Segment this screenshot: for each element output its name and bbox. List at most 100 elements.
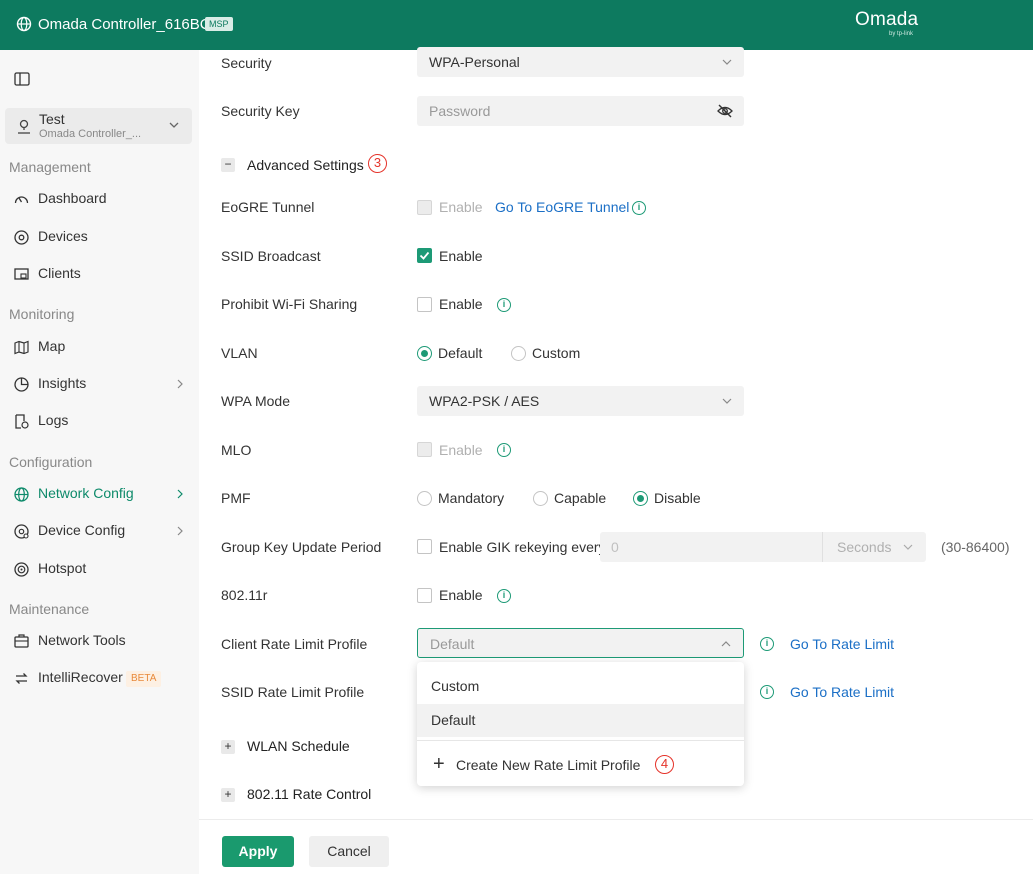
sidebar-item-label: Dashboard xyxy=(38,190,107,206)
advanced-settings-label[interactable]: Advanced Settings xyxy=(247,157,364,173)
go-to-eogre-link[interactable]: Go To EoGRE Tunnel xyxy=(495,199,629,215)
security-select[interactable]: WPA-Personal xyxy=(417,47,744,77)
pmf-disable-radio[interactable] xyxy=(633,491,648,506)
pmf-mandatory-radio[interactable] xyxy=(417,491,432,506)
info-icon[interactable]: i xyxy=(760,637,774,651)
gik-enable-checkbox[interactable] xyxy=(417,539,432,554)
section-monitoring: Monitoring xyxy=(9,306,75,322)
info-icon[interactable]: i xyxy=(497,298,511,312)
gik-period-value: 0 xyxy=(611,539,619,555)
rate-control-toggle[interactable]: + xyxy=(221,788,235,802)
insights-icon xyxy=(14,377,29,392)
chevron-down-icon xyxy=(722,59,732,65)
client-go-to-rate-limit-link[interactable]: Go To Rate Limit xyxy=(790,636,894,652)
sidebar-item-device-config[interactable]: Device Config xyxy=(0,514,199,548)
chevron-down-icon xyxy=(169,122,179,128)
create-rate-limit-label: Create New Rate Limit Profile xyxy=(456,757,641,773)
logs-icon xyxy=(15,414,29,429)
dropdown-option-label: Custom xyxy=(431,678,480,694)
mlo-enable-checkbox[interactable] xyxy=(417,442,432,457)
chevron-down-icon xyxy=(903,544,913,550)
wlan-schedule-toggle[interactable]: + xyxy=(221,740,235,754)
ssid-broadcast-checkbox[interactable] xyxy=(417,248,432,263)
eye-off-icon[interactable] xyxy=(717,104,733,118)
wpa-mode-select[interactable]: WPA2-PSK / AES xyxy=(417,386,744,416)
dropdown-divider xyxy=(417,740,744,741)
ssid-broadcast-label: SSID Broadcast xyxy=(221,248,321,264)
info-icon[interactable]: i xyxy=(760,685,774,699)
footer-divider xyxy=(199,819,1033,820)
pmf-capable-label: Capable xyxy=(554,490,607,506)
sidebar-item-intellirecover[interactable]: IntelliRecover BETA xyxy=(0,661,199,695)
advanced-settings-toggle[interactable]: − xyxy=(221,158,235,172)
vlan-custom-label: Custom xyxy=(532,345,581,361)
eogre-label: EoGRE Tunnel xyxy=(221,199,315,215)
sidebar-item-dashboard[interactable]: Dashboard xyxy=(0,182,199,216)
eogre-enable-checkbox[interactable] xyxy=(417,200,432,215)
sidebar-item-label: Map xyxy=(38,338,66,354)
chevron-right-icon xyxy=(177,489,183,499)
security-value: WPA-Personal xyxy=(429,54,520,70)
info-icon[interactable]: i xyxy=(497,443,511,457)
sidebar-item-logs[interactable]: Logs xyxy=(0,404,199,438)
ssid-broadcast-enable-label: Enable xyxy=(439,248,483,264)
wpa-mode-label: WPA Mode xyxy=(221,393,290,409)
intellirecover-icon xyxy=(15,673,28,684)
rate-control-label[interactable]: 802.11 Rate Control xyxy=(247,786,371,802)
sidebar-item-network-tools[interactable]: Network Tools xyxy=(0,624,199,658)
r80211-enable-checkbox[interactable] xyxy=(417,588,432,603)
prohibit-wifi-checkbox[interactable] xyxy=(417,297,432,312)
cancel-button[interactable]: Cancel xyxy=(309,836,389,867)
sidebar-item-devices[interactable]: Devices xyxy=(0,220,199,254)
ssid-go-to-rate-limit-link[interactable]: Go To Rate Limit xyxy=(790,684,894,700)
step-marker-3: 3 xyxy=(368,154,387,173)
client-rate-label: Client Rate Limit Profile xyxy=(221,636,368,652)
clients-icon xyxy=(14,268,29,280)
sidebar-item-clients[interactable]: Clients xyxy=(0,257,199,291)
dropdown-option-custom[interactable]: Custom xyxy=(417,670,744,703)
sidebar-collapse-icon[interactable] xyxy=(14,72,30,86)
security-key-placeholder: Password xyxy=(429,103,491,119)
mlo-enable-label: Enable xyxy=(439,442,483,458)
sidebar: Test Omada Controller_... Management Das… xyxy=(0,50,199,874)
gik-unit-value: Seconds xyxy=(837,539,892,555)
r80211-label: 802.11r xyxy=(221,587,268,603)
gik-unit-select[interactable]: Seconds xyxy=(822,532,926,562)
sidebar-item-map[interactable]: Map xyxy=(0,330,199,364)
dropdown-option-default[interactable]: Default xyxy=(417,704,744,737)
sidebar-item-label: Device Config xyxy=(38,522,126,538)
site-selector[interactable]: Test Omada Controller_... xyxy=(5,108,192,144)
client-rate-value: Default xyxy=(430,636,475,652)
pmf-capable-radio[interactable] xyxy=(533,491,548,506)
client-rate-select[interactable]: Default xyxy=(417,628,744,658)
globe-icon xyxy=(14,487,29,502)
vlan-default-radio[interactable] xyxy=(417,346,432,361)
vlan-custom-radio[interactable] xyxy=(511,346,526,361)
vlan-label: VLAN xyxy=(221,345,258,361)
create-rate-limit-profile-button[interactable]: + Create New Rate Limit Profile 4 xyxy=(433,754,733,778)
security-key-input[interactable]: Password xyxy=(417,96,744,126)
gik-period-input[interactable]: 0 xyxy=(600,532,822,562)
controller-title: Omada Controller_616BC1 xyxy=(38,16,219,33)
site-icon xyxy=(18,119,30,134)
sidebar-item-hotspot[interactable]: Hotspot xyxy=(0,552,199,586)
pmf-disable-label: Disable xyxy=(654,490,701,506)
gik-range-hint: (30-86400) xyxy=(941,539,1010,555)
step-marker-4: 4 xyxy=(655,755,674,774)
vlan-default-label: Default xyxy=(438,345,483,361)
sidebar-item-insights[interactable]: Insights xyxy=(0,367,199,401)
dashboard-icon xyxy=(14,196,29,204)
wlan-schedule-label[interactable]: WLAN Schedule xyxy=(247,738,350,754)
apply-button[interactable]: Apply xyxy=(222,836,294,867)
ssid-rate-label: SSID Rate Limit Profile xyxy=(221,684,365,700)
sidebar-item-label: Logs xyxy=(38,412,69,428)
info-icon[interactable]: i xyxy=(497,589,511,603)
checkmark-icon xyxy=(419,251,430,260)
sidebar-item-label: Hotspot xyxy=(38,560,87,576)
sidebar-item-label: IntelliRecover xyxy=(38,669,123,685)
sidebar-item-network-config[interactable]: Network Config xyxy=(0,477,199,511)
prohibit-wifi-enable-label: Enable xyxy=(439,296,483,312)
msp-badge: MSP xyxy=(205,17,233,31)
tplink-logo-text: by tp-link xyxy=(889,31,914,37)
info-icon[interactable]: i xyxy=(632,201,646,215)
